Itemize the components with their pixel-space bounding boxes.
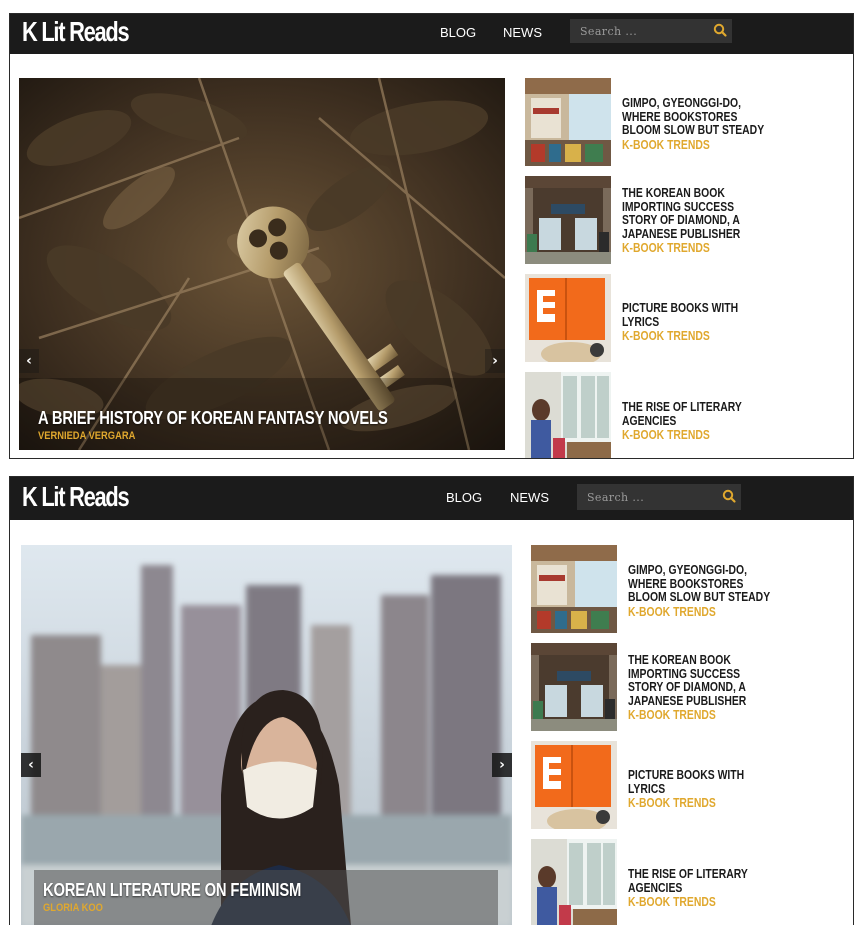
search-input[interactable] [570, 19, 708, 43]
slide-author[interactable]: VERNIEDA VERGARA [38, 430, 135, 442]
nav-blog-link[interactable]: BLOG [440, 25, 476, 40]
site-header: K Lit Reads BLOG NEWS [10, 14, 853, 54]
slide-image-key-on-leaves [19, 78, 505, 450]
search-input[interactable] [577, 484, 715, 510]
article-category[interactable]: K-BOOK TRENDS [622, 328, 806, 343]
article-title[interactable]: THE KOREAN BOOK IMPORTING SUCCESS STORY … [622, 186, 766, 240]
article-category[interactable]: K-BOOK TRENDS [622, 137, 806, 152]
article-thumbnail[interactable] [525, 176, 611, 264]
slide-image-woman-skyline [21, 545, 512, 925]
article-thumbnail[interactable] [531, 643, 617, 731]
chevron-left-icon: ‹ [28, 757, 34, 773]
article-category[interactable]: K-BOOK TRENDS [628, 795, 812, 810]
article-category[interactable]: K-BOOK TRENDS [622, 240, 806, 255]
article-thumbnail[interactable] [531, 741, 617, 829]
article-thumbnail[interactable] [531, 545, 617, 633]
search-box [570, 19, 732, 43]
page-capture-2: K Lit Reads BLOG NEWS Search ... ‹ › KOR… [9, 476, 854, 925]
featured-slider[interactable]: ‹ › A BRIEF HISTORY OF KOREAN FANTASY NO… [19, 78, 505, 450]
article-category[interactable]: K-BOOK TRENDS [628, 604, 812, 619]
slider-prev-button[interactable]: ‹ [21, 753, 41, 777]
nav-blog-link[interactable]: BLOG [446, 490, 482, 505]
search-icon[interactable] [712, 22, 728, 38]
article-title[interactable]: GIMPO, GYEONGGI-DO, WHERE BOOKSTORES BLO… [628, 563, 772, 604]
chevron-right-icon: › [499, 757, 505, 773]
slider-prev-button[interactable]: ‹ [19, 349, 39, 373]
slide-caption: KOREAN LITERATURE ON FEMINISM GLORIA KOO [34, 870, 498, 925]
article-thumbnail[interactable] [531, 839, 617, 925]
slide-caption: A BRIEF HISTORY OF KOREAN FANTASY NOVELS… [29, 396, 389, 446]
slide-title[interactable]: KOREAN LITERATURE ON FEMINISM [43, 880, 301, 901]
search-box [577, 484, 741, 510]
article-thumbnail[interactable] [525, 372, 611, 458]
site-logo[interactable]: K Lit Reads [22, 15, 130, 49]
slider-next-button[interactable]: › [492, 753, 512, 777]
article-title[interactable]: GIMPO, GYEONGGI-DO, WHERE BOOKSTORES BLO… [622, 96, 766, 137]
slide-title[interactable]: A BRIEF HISTORY OF KOREAN FANTASY NOVELS [38, 408, 388, 429]
nav-news-link[interactable]: NEWS [503, 25, 542, 40]
page-capture-1: K Lit Reads BLOG NEWS Search ... ‹ › A B… [9, 13, 854, 459]
article-category[interactable]: K-BOOK TRENDS [622, 427, 806, 442]
chevron-right-icon: › [492, 353, 498, 369]
article-title[interactable]: THE RISE OF LITERARY AGENCIES [628, 867, 772, 894]
article-title[interactable]: PICTURE BOOKS WITH LYRICS [622, 301, 766, 328]
article-title[interactable]: THE KOREAN BOOK IMPORTING SUCCESS STORY … [628, 653, 772, 707]
chevron-left-icon: ‹ [26, 353, 32, 369]
article-thumbnail[interactable] [525, 78, 611, 166]
search-icon[interactable] [721, 488, 737, 504]
nav-news-link[interactable]: NEWS [510, 490, 549, 505]
article-category[interactable]: K-BOOK TRENDS [628, 707, 812, 722]
slider-next-button[interactable]: › [485, 349, 505, 373]
article-title[interactable]: THE RISE OF LITERARY AGENCIES [622, 400, 766, 427]
article-category[interactable]: K-BOOK TRENDS [628, 894, 812, 909]
article-title[interactable]: PICTURE BOOKS WITH LYRICS [628, 768, 772, 795]
featured-slider[interactable]: ‹ › KOREAN LITERATURE ON FEMINISM GLORIA… [21, 545, 512, 925]
site-header: K Lit Reads BLOG NEWS [10, 477, 853, 520]
slide-author[interactable]: GLORIA KOO [43, 902, 103, 914]
site-logo[interactable]: K Lit Reads [22, 480, 130, 514]
article-thumbnail[interactable] [525, 274, 611, 362]
